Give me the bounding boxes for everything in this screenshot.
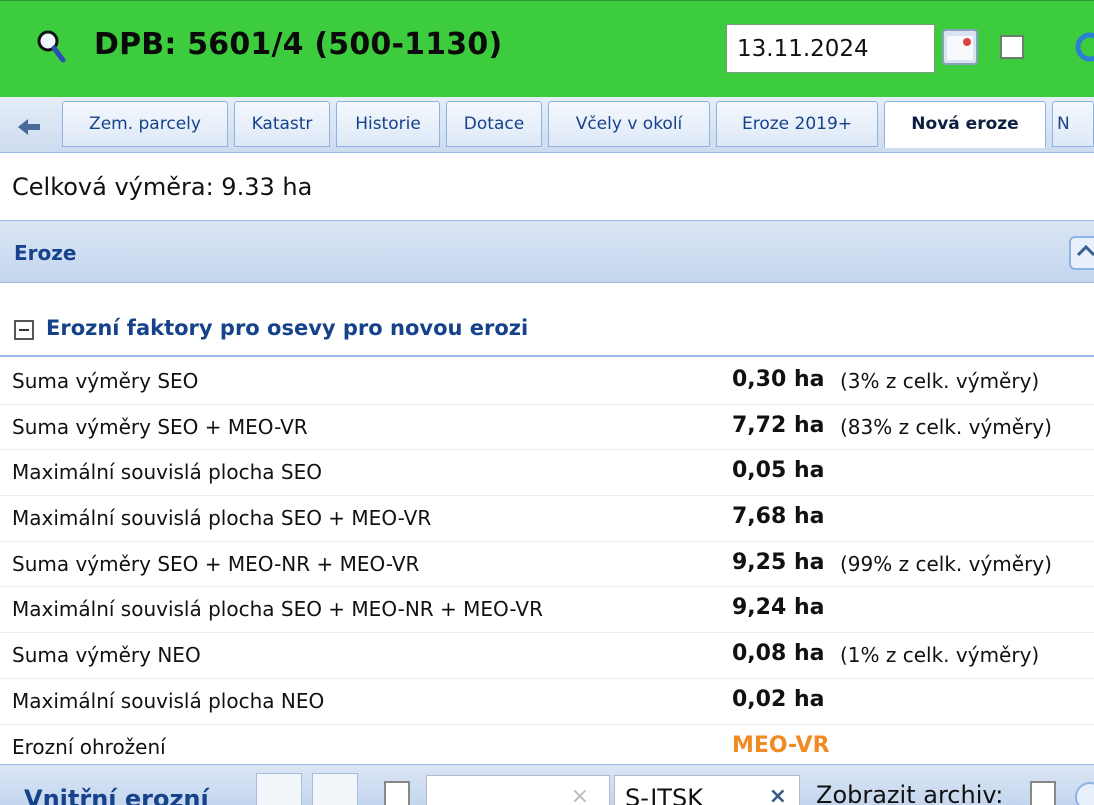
excel-export-icon[interactable]	[256, 773, 302, 805]
tab-strip: Zem. parcely Katastr Historie Dotace Vče…	[0, 97, 1094, 153]
fieldset-erozni-faktory: Erozní faktory pro osevy pro novou erozi	[0, 310, 1094, 357]
row-label: Maximální souvislá plocha SEO + MEO-NR +…	[12, 597, 543, 622]
filter-combo[interactable]: ×	[426, 775, 610, 805]
list-item: Maximální souvislá plocha SEO + MEO-VR 7…	[0, 496, 1094, 542]
row-note: (3% z celk. výměry)	[840, 369, 1040, 393]
archive-label: Zobrazit archiv:	[816, 781, 1004, 805]
coord-system-select[interactable]: S-JTSK ×	[614, 775, 800, 805]
tab-next[interactable]: N	[1052, 101, 1094, 147]
list-item: Maximální souvislá plocha SEO 0,05 ha	[0, 450, 1094, 497]
row-value: 9,24 ha	[732, 595, 825, 621]
save-icon[interactable]	[312, 773, 358, 805]
row-label: Suma výměry NEO	[12, 643, 201, 668]
calendar-icon[interactable]	[941, 26, 981, 68]
collapse-toggle-icon[interactable]	[14, 320, 34, 340]
row-label: Maximální souvislá plocha SEO + MEO-VR	[12, 506, 432, 531]
row-label: Suma výměry SEO	[12, 369, 199, 393]
row-note: (99% z celk. výměry)	[840, 551, 1052, 576]
scroll-left-icon[interactable]	[12, 109, 48, 145]
clear-icon[interactable]: ×	[571, 784, 589, 805]
archive-checkbox[interactable]	[1030, 781, 1056, 805]
row-value: 9,25 ha	[732, 549, 825, 575]
total-area-text: Celková výměra: 9.33 ha	[12, 173, 313, 201]
row-note: (83% z celk. výměry)	[840, 414, 1052, 439]
header-checkbox[interactable]	[1000, 35, 1024, 59]
collapse-icon[interactable]	[1068, 235, 1094, 271]
erosion-factors-list: Suma výměry SEO 0,30 ha (3% z celk. výmě…	[0, 359, 1094, 771]
list-item: Suma výměry NEO 0,08 ha (1% z celk. výmě…	[0, 633, 1094, 679]
list-item: Suma výměry SEO + MEO-NR + MEO-VR 9,25 h…	[0, 542, 1094, 588]
list-item: Suma výměry SEO + MEO-VR 7,72 ha (83% z …	[0, 405, 1094, 451]
coord-system-value: S-JTSK	[625, 784, 703, 805]
tab-katastr[interactable]: Katastr	[234, 101, 330, 147]
row-value: 7,68 ha	[732, 504, 825, 530]
row-label: Maximální souvislá plocha SEO	[12, 460, 322, 485]
tab-historie[interactable]: Historie	[336, 101, 440, 147]
refresh-icon[interactable]	[1070, 777, 1094, 805]
page-title: DPB: 5601/4 (500-1130)	[94, 27, 503, 62]
erosion-threat-value: MEO-VR	[732, 732, 830, 758]
bottom-toolbar: Vnitřní erozní × S-JTSK × Zobrazit archi…	[0, 764, 1094, 805]
fieldset-legend: Erozní faktory pro osevy pro novou erozi	[46, 316, 529, 340]
row-value: 0,02 ha	[732, 686, 825, 712]
tab-nova-eroze[interactable]: Nová eroze	[884, 101, 1046, 148]
row-value: 0,08 ha	[732, 641, 825, 667]
date-field[interactable]	[726, 24, 935, 73]
row-label: Suma výměry SEO + MEO-VR	[12, 414, 308, 439]
refresh-icon[interactable]	[1072, 27, 1094, 67]
row-label: Suma výměry SEO + MEO-NR + MEO-VR	[12, 551, 420, 576]
search-icon[interactable]	[36, 29, 66, 63]
row-note: (1% z celk. výměry)	[840, 643, 1040, 668]
list-item: Maximální souvislá plocha SEO + MEO-NR +…	[0, 587, 1094, 634]
toolbar-checkbox[interactable]	[384, 781, 410, 805]
row-value: 7,72 ha	[732, 412, 825, 438]
panel-header: Eroze	[0, 220, 1094, 283]
clear-icon[interactable]: ×	[769, 784, 787, 805]
row-value: 0,05 ha	[732, 458, 825, 484]
header-bar: DPB: 5601/4 (500-1130)	[0, 0, 1094, 97]
row-value: 0,30 ha	[732, 367, 825, 392]
tab-dotace[interactable]: Dotace	[446, 101, 542, 147]
tab-zem-parcely[interactable]: Zem. parcely	[62, 101, 228, 147]
list-item: Maximální souvislá plocha NEO 0,02 ha	[0, 679, 1094, 725]
list-item: Suma výměry SEO 0,30 ha (3% z celk. výmě…	[0, 359, 1094, 405]
tab-eroze-2019[interactable]: Eroze 2019+	[716, 101, 878, 147]
panel-title: Eroze	[14, 241, 77, 265]
row-label: Maximální souvislá plocha NEO	[12, 688, 325, 713]
tab-vcely[interactable]: Včely v okolí	[548, 101, 710, 147]
row-label: Erozní ohrožení	[12, 734, 166, 759]
bottom-panel-title: Vnitřní erozní	[24, 785, 209, 805]
